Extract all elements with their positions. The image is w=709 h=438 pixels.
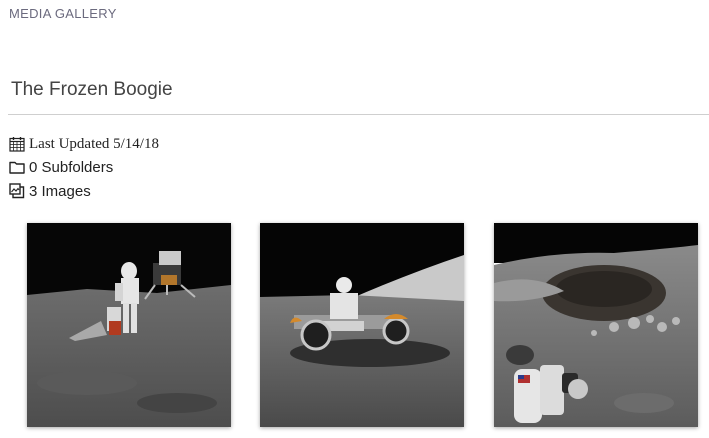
gallery-thumbnail[interactable] [260,223,464,427]
subfolders-row: 0 Subfolders [9,157,113,177]
astronaut-lunar-rover-image [260,223,464,427]
images-icon [9,183,25,199]
media-gallery-page: MEDIA GALLERY The Frozen Boogie Last Upd… [0,0,709,438]
lunar-crater-image [494,223,698,427]
page-title: The Frozen Boogie [11,79,173,100]
last-updated-text: Last Updated 5/14/18 [29,135,159,152]
astronaut-lunar-module-image [27,223,231,427]
subfolders-count: 0 Subfolders [29,158,114,176]
calendar-icon [9,136,25,152]
gallery-thumbnail[interactable] [494,223,698,427]
title-divider [8,114,709,115]
section-label: MEDIA GALLERY [9,6,117,21]
gallery-thumbnail[interactable] [27,223,231,427]
last-updated-row: Last Updated 5/14/18 [9,134,159,154]
images-row: 3 Images [9,181,91,201]
images-count: 3 Images [29,182,91,200]
folder-icon [9,159,25,175]
